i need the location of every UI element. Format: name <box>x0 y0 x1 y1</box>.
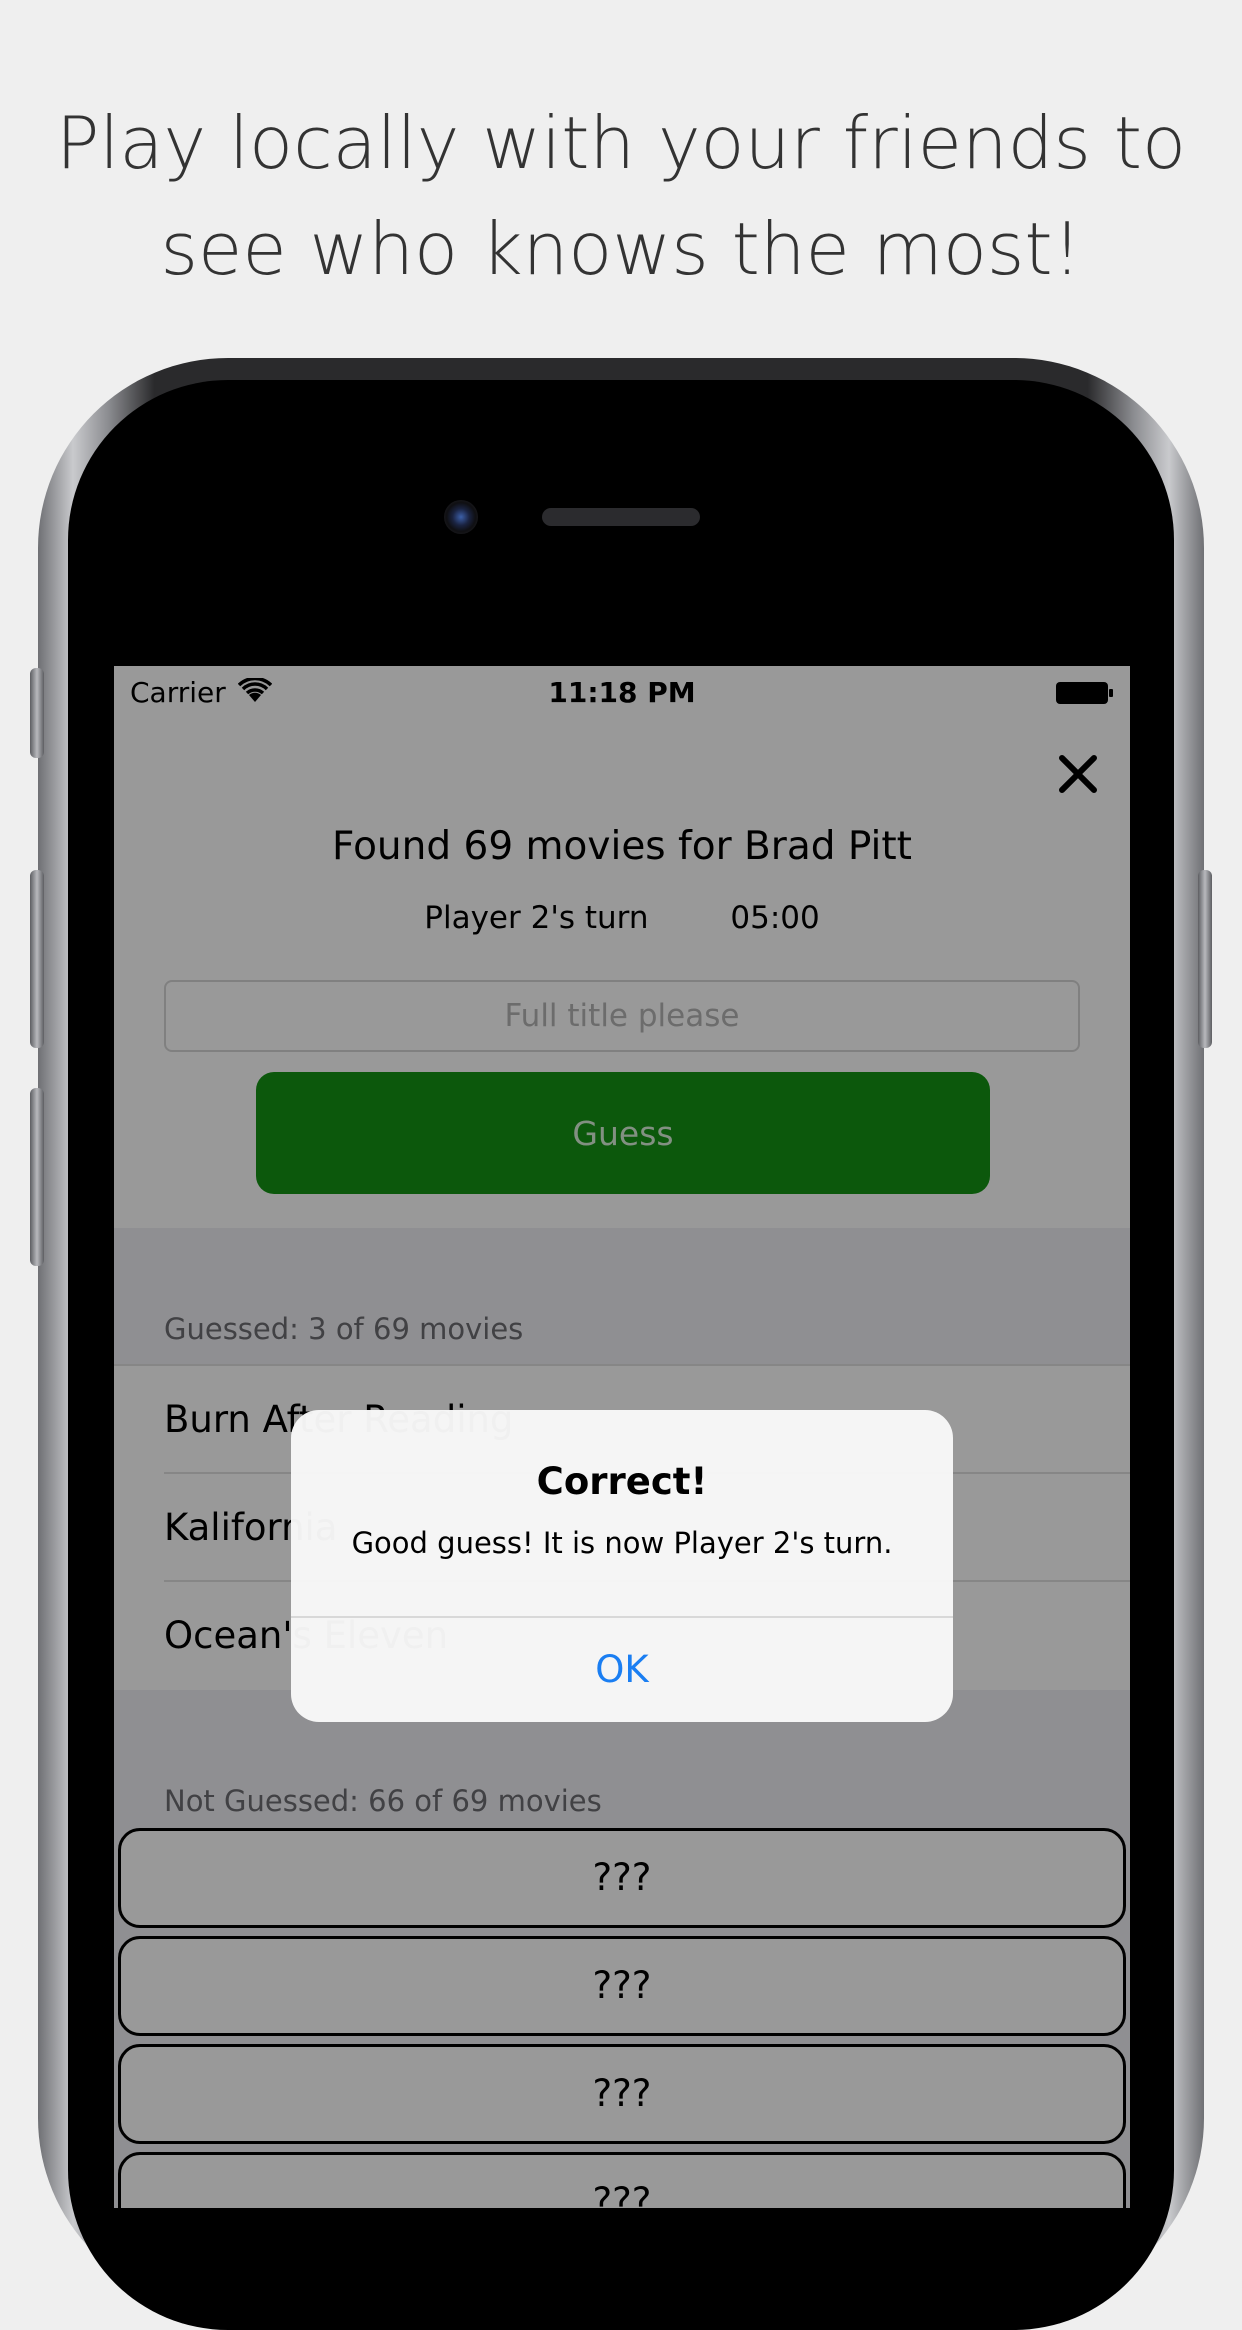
volume-up-button <box>30 870 44 1048</box>
power-button <box>1198 870 1212 1048</box>
alert-ok-button[interactable]: OK <box>291 1618 953 1722</box>
volume-down-button <box>30 1088 44 1266</box>
earpiece-speaker <box>542 508 700 526</box>
front-camera-icon <box>444 500 478 534</box>
promo-line-2: see who knows the most! <box>160 207 1082 291</box>
alert-message: Good guess! It is now Player 2's turn. <box>351 1526 893 1560</box>
promo-line-1: Play locally with your friends to <box>56 101 1186 185</box>
phone-screen: Carrier 11:18 PM Found 69 movies for Bra… <box>114 666 1130 2208</box>
correct-alert-dialog: Correct! Good guess! It is now Player 2'… <box>291 1410 953 1722</box>
promo-headline: Play locally with your friends to see wh… <box>0 90 1242 302</box>
alert-title: Correct! <box>536 1460 708 1503</box>
mute-switch <box>30 668 44 758</box>
